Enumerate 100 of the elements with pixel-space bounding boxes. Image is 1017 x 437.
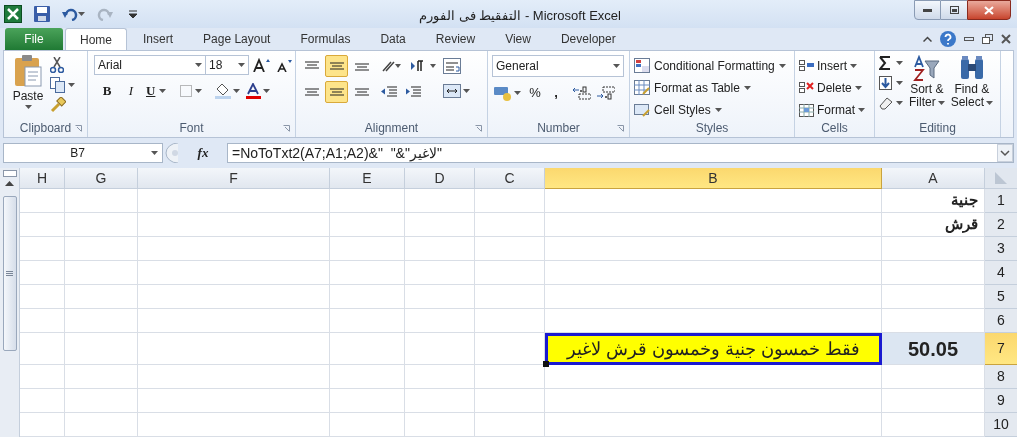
- maximize-button[interactable]: [941, 0, 967, 20]
- fill-handle-icon[interactable]: [543, 361, 549, 367]
- font-size-field[interactable]: 18: [206, 55, 249, 75]
- customize-toolbar-icon[interactable]: [129, 10, 137, 18]
- minimize-button[interactable]: [914, 0, 941, 20]
- italic-button[interactable]: I: [122, 81, 140, 101]
- column-header[interactable]: A: [882, 168, 985, 189]
- ribbon-tab[interactable]: File: [5, 28, 63, 50]
- save-icon[interactable]: [34, 6, 50, 22]
- insert-cells-button[interactable]: Insert: [799, 56, 865, 75]
- column-header[interactable]: F: [138, 168, 330, 189]
- row-header[interactable]: 5: [985, 285, 1017, 309]
- column-header[interactable]: E: [330, 168, 405, 189]
- bold-button[interactable]: B: [98, 81, 116, 101]
- name-box[interactable]: B7: [3, 143, 163, 163]
- currency-icon[interactable]: [494, 84, 512, 101]
- vertical-scrollbar[interactable]: [0, 168, 20, 437]
- sum-icon[interactable]: [879, 56, 893, 70]
- font-name-field[interactable]: Arial: [94, 55, 206, 75]
- undo-icon[interactable]: [62, 7, 78, 21]
- copy-icon[interactable]: [50, 77, 66, 93]
- collapse-ribbon-icon[interactable]: [923, 36, 932, 42]
- dialog-launcher-icon[interactable]: [475, 125, 482, 132]
- delete-cells-button[interactable]: Delete: [799, 78, 865, 97]
- dropdown-arrow-icon[interactable]: [151, 151, 158, 155]
- orientation-icon[interactable]: [381, 60, 401, 72]
- number-format-field[interactable]: General: [492, 55, 624, 77]
- column-header[interactable]: C: [475, 168, 545, 189]
- increase-decimal-icon[interactable]: [573, 85, 591, 100]
- conditional-formatting-button[interactable]: Conditional Formatting: [634, 56, 786, 75]
- row-header[interactable]: 9: [985, 389, 1017, 413]
- dropdown-arrow-icon[interactable]: [514, 90, 521, 95]
- merge-center-icon[interactable]: [443, 84, 461, 98]
- ribbon-tab[interactable]: Insert: [129, 28, 188, 50]
- format-as-table-button[interactable]: Format as Table: [634, 78, 786, 97]
- row-header[interactable]: 3: [985, 237, 1017, 261]
- cell-styles-button[interactable]: Cell Styles: [634, 100, 786, 119]
- dialog-launcher-icon[interactable]: [75, 125, 82, 132]
- scissors-icon[interactable]: [50, 57, 64, 73]
- formula-bar-handle-icon[interactable]: [165, 143, 179, 163]
- dropdown-arrow-icon[interactable]: [159, 88, 167, 93]
- dropdown-arrow-icon[interactable]: [238, 63, 245, 67]
- dropdown-arrow-icon[interactable]: [78, 12, 85, 16]
- increase-indent-icon[interactable]: [405, 86, 421, 98]
- dialog-launcher-icon[interactable]: [283, 125, 290, 132]
- row-header[interactable]: 4: [985, 261, 1017, 285]
- row-header[interactable]: 6: [985, 309, 1017, 333]
- close-button[interactable]: [967, 0, 1011, 20]
- scroll-thumb[interactable]: [2, 196, 17, 351]
- find-select-button[interactable]: Find & Select: [950, 55, 994, 119]
- active-cell[interactable]: فقط خمسون جنية وخمسون قرش لاغير: [545, 333, 882, 365]
- excel-logo-icon[interactable]: [4, 5, 22, 23]
- dropdown-arrow-icon[interactable]: [896, 81, 903, 85]
- column-header[interactable]: G: [65, 168, 138, 189]
- underline-button[interactable]: U: [146, 81, 167, 101]
- row-header[interactable]: 7: [985, 333, 1017, 365]
- paste-button[interactable]: Paste: [8, 55, 48, 119]
- formula-field[interactable]: =NoToTxt2(A7;A1;A2)&" "&"لاغير": [227, 143, 1014, 163]
- grow-font-icon[interactable]: [253, 58, 271, 72]
- insert-function-button[interactable]: fx: [183, 143, 223, 163]
- dropdown-arrow-icon[interactable]: [68, 83, 75, 87]
- eraser-icon[interactable]: [879, 96, 893, 110]
- ribbon-tab[interactable]: Review: [421, 28, 490, 50]
- column-header[interactable]: D: [405, 168, 475, 189]
- column-header[interactable]: B: [545, 168, 882, 189]
- center-button[interactable]: [325, 81, 348, 103]
- ribbon-tab[interactable]: View: [491, 28, 545, 50]
- dropdown-arrow-icon[interactable]: [195, 63, 202, 67]
- middle-align-button[interactable]: [325, 55, 348, 77]
- borders-icon[interactable]: [180, 84, 203, 97]
- split-handle-icon[interactable]: [2, 170, 17, 177]
- row-header[interactable]: 2: [985, 213, 1017, 237]
- scroll-up-icon[interactable]: [5, 181, 14, 186]
- dialog-launcher-icon[interactable]: [617, 125, 624, 132]
- fill-color-icon[interactable]: [214, 82, 241, 99]
- ribbon-tab[interactable]: Formulas: [286, 28, 365, 50]
- row-header[interactable]: 1: [985, 189, 1017, 213]
- sort-filter-button[interactable]: Sort & Filter: [909, 55, 945, 119]
- column-header[interactable]: H: [20, 168, 65, 189]
- row-header[interactable]: 10: [985, 413, 1017, 437]
- percent-button[interactable]: %: [527, 83, 543, 103]
- fill-down-icon[interactable]: [879, 76, 893, 90]
- row-header[interactable]: 8: [985, 365, 1017, 389]
- format-painter-icon[interactable]: [50, 97, 66, 113]
- help-icon[interactable]: [940, 31, 956, 47]
- wrap-text-icon[interactable]: [443, 58, 461, 74]
- minimize-icon[interactable]: [964, 37, 974, 41]
- format-cells-button[interactable]: Format: [799, 100, 865, 119]
- restore-icon[interactable]: [982, 34, 993, 44]
- ribbon-tab[interactable]: Developer: [546, 28, 630, 50]
- close-icon[interactable]: [1001, 34, 1011, 44]
- comma-button[interactable]: ,: [549, 83, 563, 103]
- dropdown-arrow-icon[interactable]: [896, 61, 903, 65]
- dropdown-arrow-icon[interactable]: [613, 64, 620, 68]
- decrease-indent-icon[interactable]: [381, 86, 397, 98]
- text-direction-icon[interactable]: [411, 60, 437, 72]
- decrease-decimal-icon[interactable]: [597, 85, 615, 100]
- dropdown-arrow-icon[interactable]: [463, 89, 470, 93]
- ribbon-tab[interactable]: Home: [65, 28, 127, 50]
- font-color-icon[interactable]: [246, 82, 271, 99]
